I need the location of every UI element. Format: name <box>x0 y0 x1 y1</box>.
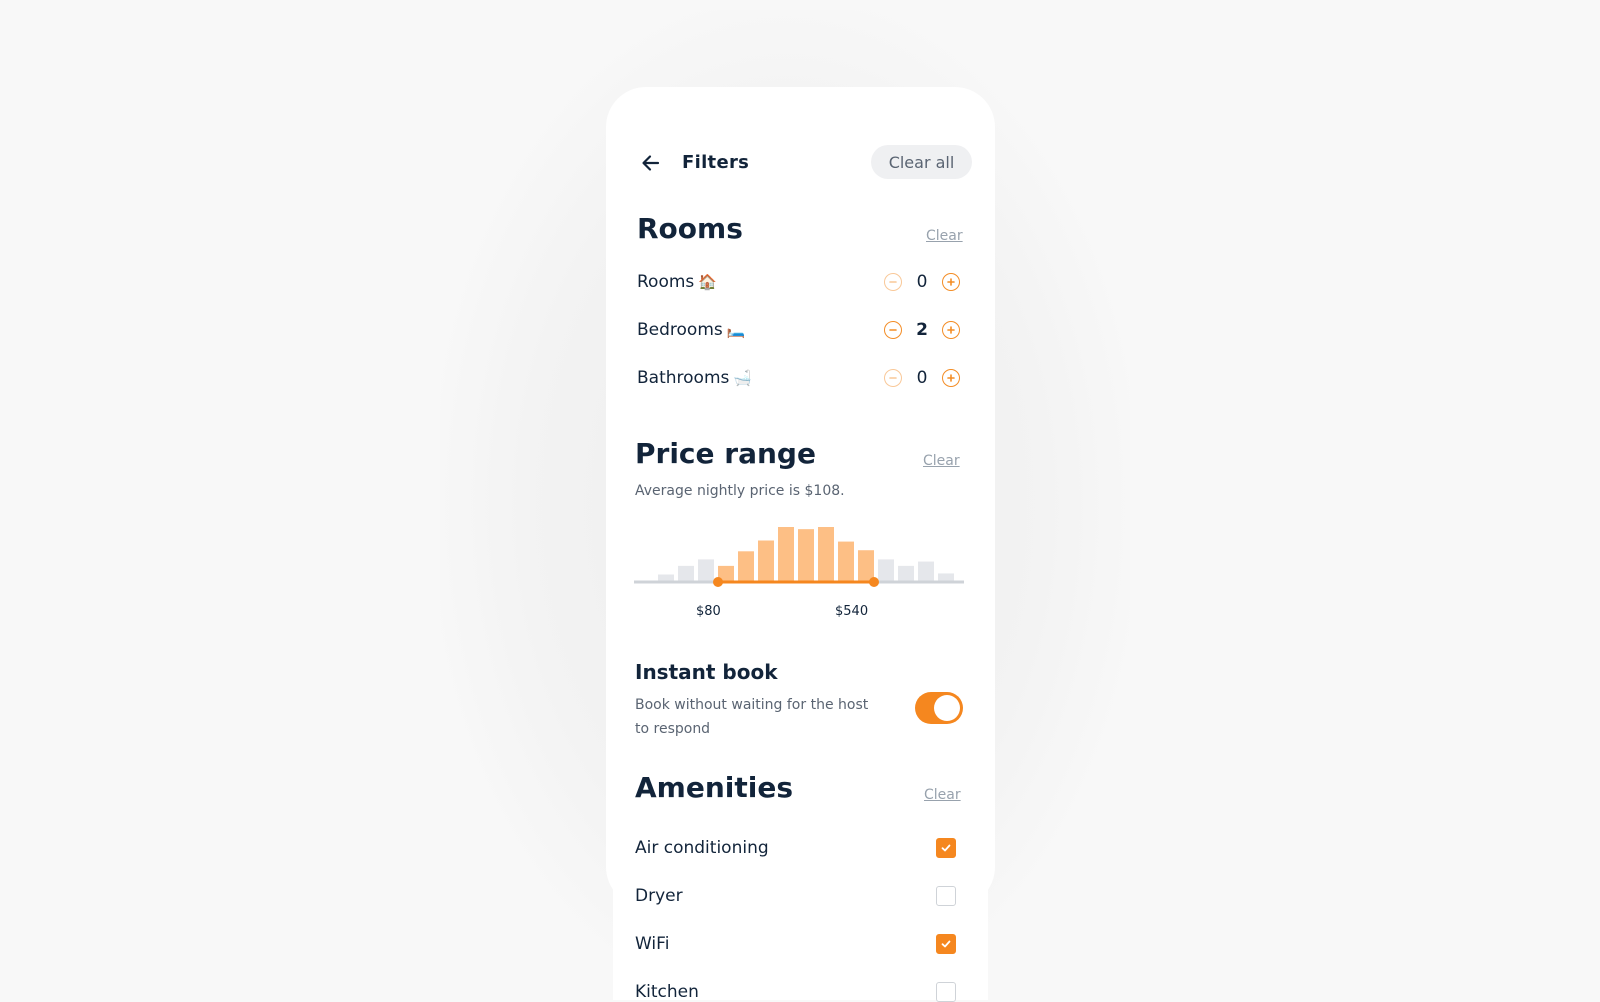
slider-max-handle[interactable] <box>869 577 879 587</box>
histogram-bar <box>738 551 754 581</box>
plus-icon <box>947 278 955 286</box>
plus-icon <box>947 326 955 334</box>
bathrooms-stepper: 0 <box>884 368 960 388</box>
amenity-checkbox-kitchen[interactable] <box>936 982 956 1002</box>
check-icon <box>941 940 951 948</box>
minus-icon <box>889 377 897 379</box>
bedrooms-counter-label: Bedrooms 🛏️ <box>637 318 745 342</box>
check-icon <box>941 844 951 852</box>
amenity-checkbox-air-conditioning[interactable] <box>936 838 956 858</box>
back-button[interactable] <box>638 150 664 176</box>
arrow-left-icon <box>642 155 660 171</box>
bedrooms-decrement-button[interactable] <box>884 321 902 339</box>
bathrooms-decrement-button[interactable] <box>884 369 902 387</box>
counter-label-text: Bedrooms <box>637 320 723 340</box>
bed-emoji-icon: 🛏️ <box>726 321 746 339</box>
bathtub-emoji-icon: 🛁 <box>733 369 753 387</box>
histogram-bar <box>698 559 714 581</box>
price-clear-link[interactable]: Clear <box>923 453 960 469</box>
histogram-bar <box>778 527 794 581</box>
amenity-checkbox-dryer[interactable] <box>936 886 956 906</box>
house-emoji-icon: 🏠 <box>698 273 717 291</box>
bedrooms-increment-button[interactable] <box>942 321 960 339</box>
amenity-label-dryer: Dryer <box>635 886 683 906</box>
instant-book-toggle[interactable] <box>915 692 963 724</box>
bedrooms-stepper: 2 <box>884 320 960 340</box>
histogram-bar <box>938 573 954 581</box>
price-histogram-slider[interactable] <box>630 525 970 595</box>
page-title: Filters <box>682 152 750 173</box>
toggle-knob <box>934 695 960 721</box>
rooms-decrement-button[interactable] <box>884 273 902 291</box>
amenities-clear-link[interactable]: Clear <box>924 787 961 803</box>
amenity-label-kitchen: Kitchen <box>635 982 699 1002</box>
minus-icon <box>889 281 897 283</box>
histogram-bar <box>818 527 834 581</box>
histogram-bar <box>918 561 934 581</box>
price-max-label: $540 <box>835 604 869 619</box>
counter-label-text: Bathrooms <box>637 368 730 388</box>
amenity-label-wifi: WiFi <box>635 934 670 954</box>
plus-icon <box>947 374 955 382</box>
minus-icon <box>889 329 897 331</box>
rooms-increment-button[interactable] <box>942 273 960 291</box>
amenity-checkbox-wifi[interactable] <box>936 934 956 954</box>
histogram-bar <box>798 529 814 581</box>
amenities-section-title: Amenities <box>635 771 794 804</box>
price-min-label: $80 <box>696 604 721 619</box>
rooms-section-title: Rooms <box>637 212 743 245</box>
histogram-bar <box>658 574 674 581</box>
rooms-clear-link[interactable]: Clear <box>926 228 963 244</box>
histogram-bar <box>838 541 854 581</box>
histogram-bar <box>678 565 694 581</box>
slider-min-handle[interactable] <box>713 577 723 587</box>
instant-book-description: Book without waiting for the host to res… <box>635 697 869 737</box>
average-price-text: Average nightly price is $108. <box>635 483 845 499</box>
bathrooms-counter-label: Bathrooms 🛁 <box>637 366 752 390</box>
bathrooms-increment-button[interactable] <box>942 369 960 387</box>
bedrooms-count-value: 2 <box>916 320 928 340</box>
amenity-label-air-conditioning: Air conditioning <box>635 838 769 858</box>
rooms-stepper: 0 <box>884 272 960 292</box>
instant-book-title: Instant book <box>635 660 778 684</box>
histogram-bar <box>858 550 874 581</box>
histogram-bar <box>878 559 894 581</box>
histogram-bar <box>758 540 774 581</box>
rooms-count-value: 0 <box>916 272 928 292</box>
price-section-title: Price range <box>635 437 816 470</box>
counter-label-text: Rooms <box>637 272 695 292</box>
histogram-bar <box>898 565 914 581</box>
rooms-counter-label: Rooms 🏠 <box>637 270 717 294</box>
bathrooms-count-value: 0 <box>916 368 928 388</box>
clear-all-button[interactable]: Clear all <box>871 145 972 179</box>
